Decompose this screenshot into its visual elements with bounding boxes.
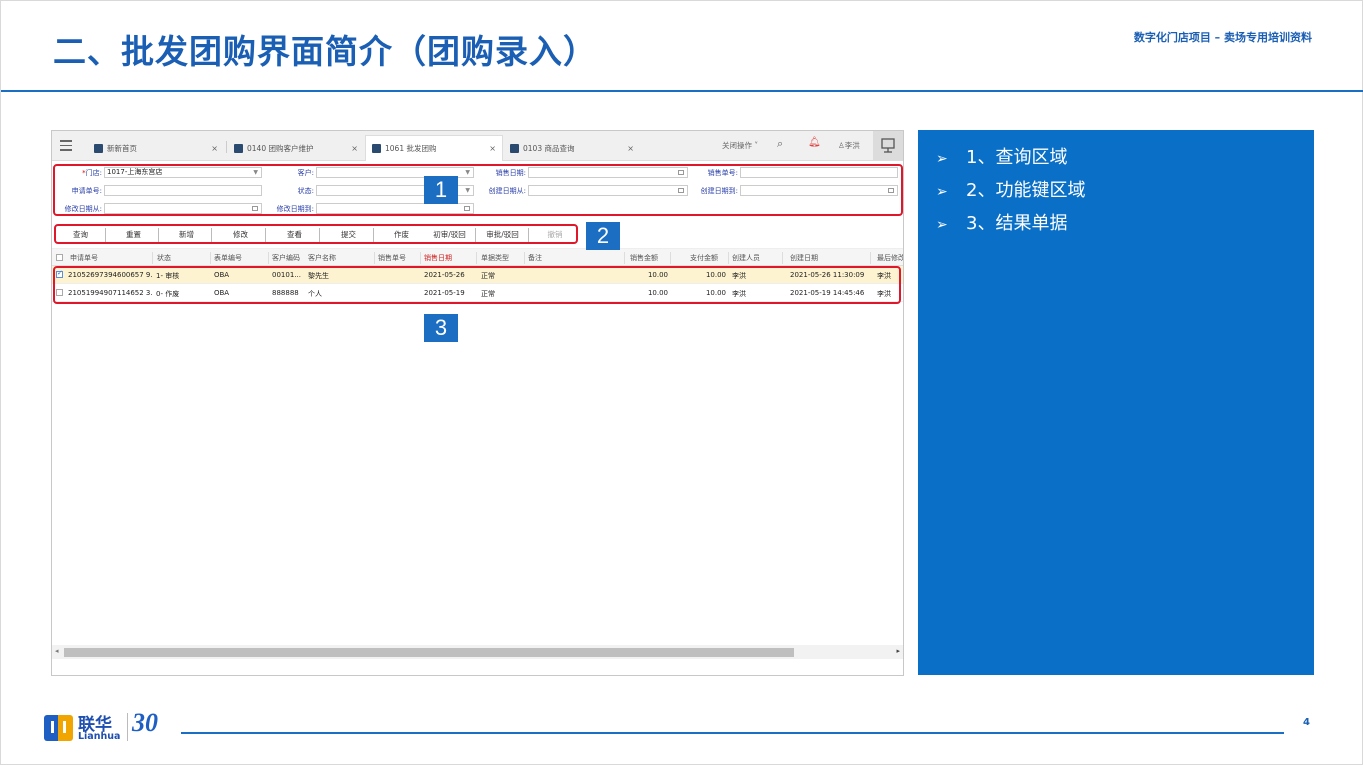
lianhua-logo-icon bbox=[44, 711, 74, 743]
tab-group-customer[interactable]: 0140 团购客户维护 × bbox=[228, 135, 364, 161]
monitor-icon bbox=[881, 138, 895, 153]
col-creator[interactable]: 创建人员 bbox=[732, 253, 760, 263]
col-note[interactable]: 备注 bbox=[528, 253, 542, 263]
col-type[interactable]: 单据类型 bbox=[481, 253, 509, 263]
select-all-checkbox[interactable] bbox=[56, 254, 63, 261]
tab-home[interactable]: 新新首页 × bbox=[88, 135, 224, 161]
scroll-left-icon[interactable]: ◂ bbox=[55, 647, 59, 655]
col-apply-no[interactable]: 申请单号 bbox=[70, 253, 98, 263]
scrollbar-thumb[interactable] bbox=[64, 648, 794, 657]
brand-divider bbox=[127, 713, 128, 741]
app-icon bbox=[372, 144, 381, 153]
close-icon[interactable]: × bbox=[489, 144, 496, 153]
tab-wholesale[interactable]: 1061 批发团购 × bbox=[365, 135, 503, 161]
info-item: ➢ 2、功能键区域 bbox=[936, 175, 1314, 208]
arrow-bullet-icon: ➢ bbox=[936, 151, 948, 167]
col-form-no[interactable]: 表单编号 bbox=[214, 253, 242, 263]
close-icon[interactable]: × bbox=[627, 144, 634, 153]
arrow-bullet-icon: ➢ bbox=[936, 217, 948, 233]
tab-label: 新新首页 bbox=[107, 143, 137, 153]
col-status[interactable]: 状态 bbox=[157, 253, 171, 263]
info-panel: ➢ 1、查询区域 ➢ 2、功能键区域 ➢ 3、结果单据 bbox=[918, 130, 1314, 675]
col-pay-amt[interactable]: 支付金额 bbox=[690, 253, 718, 263]
info-item: ➢ 3、结果单据 bbox=[936, 208, 1314, 241]
col-cust-code[interactable]: 客户编码 bbox=[272, 253, 300, 263]
col-sales-date[interactable]: 销售日期 bbox=[424, 253, 452, 263]
user-menu[interactable]: ♙李洪 bbox=[838, 140, 860, 151]
app-icon bbox=[510, 143, 519, 153]
slide-subtitle: 数字化门店项目 – 卖场专用培训资料 bbox=[1133, 31, 1312, 44]
close-icon[interactable]: × bbox=[351, 144, 358, 153]
page-number: 4 bbox=[1303, 717, 1310, 728]
search-icon[interactable]: ⌕ bbox=[777, 137, 783, 151]
arrow-bullet-icon: ➢ bbox=[936, 184, 948, 200]
scroll-right-icon[interactable]: ▸ bbox=[896, 647, 900, 655]
button-area-highlight bbox=[54, 224, 578, 244]
callout-1: 1 bbox=[424, 176, 458, 204]
app-icon bbox=[234, 143, 243, 153]
user-name: 李洪 bbox=[844, 141, 860, 150]
grid-header: 申请单号 状态 表单编号 客户编码 客户名称 销售单号 销售日期 单据类型 备注… bbox=[52, 248, 903, 266]
anniversary-logo: 30 bbox=[132, 708, 158, 737]
horizontal-scrollbar[interactable]: ◂ ▸ bbox=[52, 645, 903, 659]
query-area-highlight bbox=[53, 164, 903, 216]
tab-divider bbox=[226, 141, 227, 153]
monitor-button[interactable] bbox=[873, 131, 903, 161]
close-ops-dropdown[interactable]: 关闭操作 ˅ bbox=[722, 140, 758, 151]
tab-product-query[interactable]: 0103 商品查询 × bbox=[504, 135, 640, 161]
tab-label: 0140 团购客户维护 bbox=[247, 143, 314, 153]
slide-title: 二、批发团购界面简介（团购录入） bbox=[53, 32, 597, 71]
bell-icon[interactable]: 🔔︎ bbox=[808, 137, 821, 148]
col-cust-name[interactable]: 客户名称 bbox=[308, 253, 336, 263]
tab-label: 0103 商品查询 bbox=[523, 143, 575, 153]
brand-name-en: Lianhua bbox=[78, 731, 121, 742]
footer-divider bbox=[181, 732, 1284, 734]
user-icon: ♙ bbox=[838, 141, 845, 150]
info-item: ➢ 1、查询区域 bbox=[936, 142, 1314, 175]
callout-3: 3 bbox=[424, 314, 458, 342]
callout-2: 2 bbox=[586, 222, 620, 250]
close-icon[interactable]: × bbox=[211, 144, 218, 153]
result-area-highlight bbox=[53, 266, 901, 304]
app-icon bbox=[94, 143, 103, 153]
col-sales-no[interactable]: 销售单号 bbox=[378, 253, 406, 263]
col-create-date[interactable]: 创建日期 bbox=[790, 253, 818, 263]
tab-bar: 新新首页 × 0140 团购客户维护 × 1061 批发团购 × 0103 商品… bbox=[52, 131, 903, 161]
col-last-modified[interactable]: 最后修改 bbox=[877, 253, 903, 263]
title-divider bbox=[1, 90, 1363, 92]
col-sales-amt[interactable]: 销售金额 bbox=[630, 253, 658, 263]
tab-label: 1061 批发团购 bbox=[385, 144, 437, 153]
slide: 二、批发团购界面简介（团购录入） 数字化门店项目 – 卖场专用培训资料 新新首页… bbox=[0, 0, 1363, 765]
menu-icon[interactable] bbox=[60, 140, 72, 151]
